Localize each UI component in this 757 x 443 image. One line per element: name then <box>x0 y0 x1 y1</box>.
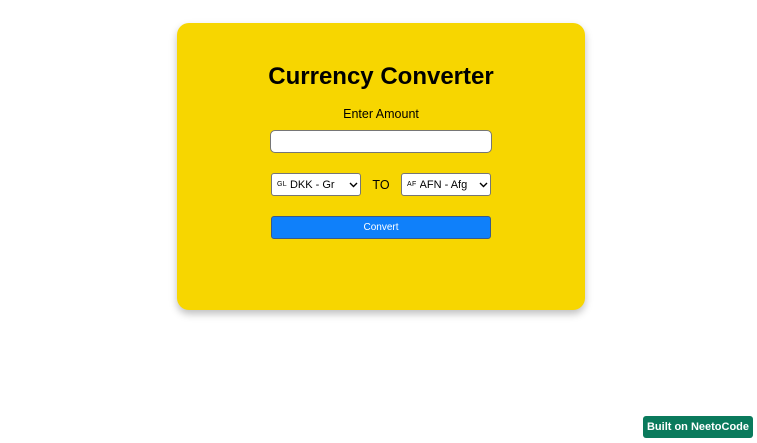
convert-button[interactable]: Convert <box>271 216 491 239</box>
converter-card: Currency Converter Enter Amount GL DKK -… <box>177 23 585 310</box>
amount-label: Enter Amount <box>343 107 419 121</box>
page-title: Currency Converter <box>268 63 494 90</box>
built-on-neetocode-badge[interactable]: Built on NeetoCode <box>643 416 753 438</box>
to-currency-value: AFN - Afg <box>419 178 468 191</box>
to-label: TO <box>372 178 390 192</box>
chevron-down-icon <box>476 182 490 188</box>
amount-input[interactable] <box>270 130 492 153</box>
from-flag-code: GL <box>277 181 287 188</box>
chevron-down-icon <box>346 182 360 188</box>
to-flag-code: AF <box>407 181 417 188</box>
from-currency-value: DKK - Gr <box>289 178 335 191</box>
to-currency-select[interactable]: AF AFN - Afg <box>401 173 491 196</box>
from-currency-select[interactable]: GL DKK - Gr <box>271 173 361 196</box>
